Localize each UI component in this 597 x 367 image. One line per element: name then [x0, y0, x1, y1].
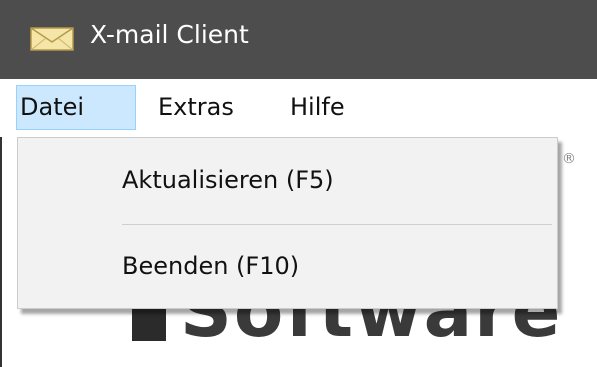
menu-hilfe[interactable]: Hilfe: [290, 85, 345, 130]
menu-datei[interactable]: Datei: [16, 85, 136, 130]
registered-mark: ®: [562, 151, 576, 167]
menu-item-aktualisieren[interactable]: Aktualisieren (F5): [122, 166, 334, 194]
menu-item-beenden[interactable]: Beenden (F10): [122, 252, 299, 280]
datei-dropdown-menu: Aktualisieren (F5) Beenden (F10): [17, 137, 558, 309]
brand-logo-square: [132, 307, 166, 341]
menu-bar: Datei Extras Hilfe: [0, 79, 597, 137]
menu-extras[interactable]: Extras: [158, 85, 234, 130]
window-title: X-mail Client: [90, 20, 249, 49]
menu-separator: [122, 224, 552, 225]
envelope-icon: [30, 27, 74, 55]
title-bar: X-mail Client: [0, 0, 597, 79]
